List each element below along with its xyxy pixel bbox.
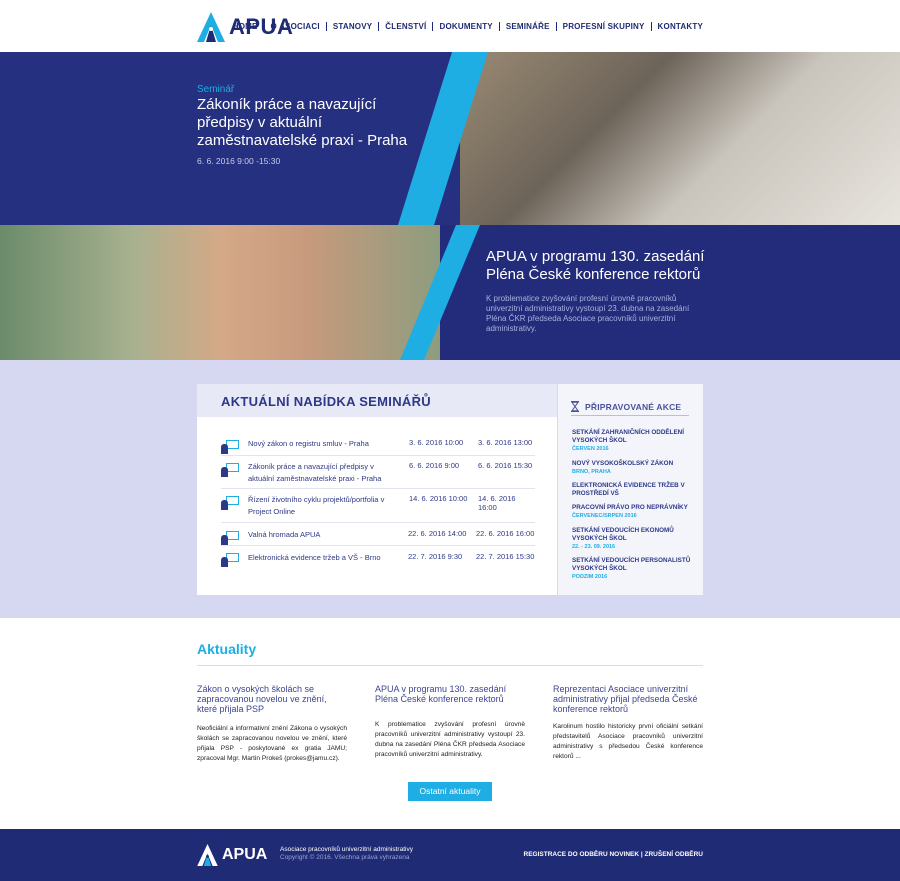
event-name: NOVÝ VYSOKOŠKOLSKÝ ZÁKON <box>572 460 674 467</box>
seminar-row[interactable]: Elektronická evidence tržeb a VŠ - Brno … <box>221 546 535 570</box>
footer-org: Asociace pracovníků univerzitní administ… <box>280 846 413 853</box>
news-item[interactable]: Reprezentaci Asociace univerzitní admini… <box>553 684 703 762</box>
news-headline[interactable]: Zákon o vysokých školách se zapracovanou… <box>197 684 347 714</box>
seminar-row[interactable]: Zákoník práce a navazující předpisy v ak… <box>221 456 535 489</box>
event-name: PRACOVNÍ PRÁVO PRO NEPRÁVNÍKY <box>572 504 688 511</box>
events-header: PŘIPRAVOVANÉ AKCE <box>571 398 689 416</box>
events-panel: PŘIPRAVOVANÉ AKCE SETKÁNÍ ZAHRANIČNÍCH O… <box>558 384 703 595</box>
seminar-end: 14. 6. 2016 16:00 <box>478 494 516 512</box>
hero-title[interactable]: Zákoník práce a navazující předpisy v ak… <box>197 96 417 150</box>
seminar-start: 6. 6. 2016 9:00 <box>409 461 460 470</box>
event-item[interactable]: PRACOVNÍ PRÁVO PRO NEPRÁVNÍKY ČERVENEC/S… <box>572 504 692 520</box>
seminar-end: 3. 6. 2016 13:00 <box>478 438 533 447</box>
event-date: ČERVEN 2016 <box>572 446 609 452</box>
hero2-text: K problematice zvyšování profesní úrovně… <box>486 294 690 333</box>
hourglass-icon <box>571 401 579 412</box>
seminars-panel: AKTUÁLNÍ NABÍDKA SEMINÁŘŮ Nový zákon o r… <box>197 384 557 595</box>
nav-dokumenty[interactable]: DOKUMENTY <box>433 22 498 31</box>
seminar-end: 22. 7. 2016 15:30 <box>476 552 535 561</box>
event-item[interactable]: SETKÁNÍ VEDOUCÍCH EKONOMŮ VYSOKÝCH ŠKOL … <box>572 527 692 551</box>
event-name: SETKÁNÍ VEDOUCÍCH EKONOMŮ VYSOKÝCH ŠKOL <box>572 527 674 542</box>
seminar-row[interactable]: Valná hromada APUA 22. 6. 2016 14:00 22.… <box>221 523 535 546</box>
event-item[interactable]: NOVÝ VYSOKOŠKOLSKÝ ZÁKON BRNO, PRAHA <box>572 460 692 476</box>
event-date: PODZIM 2016 <box>572 574 608 580</box>
news-headline[interactable]: Reprezentaci Asociace univerzitní admini… <box>553 684 703 714</box>
presentation-icon <box>221 496 239 510</box>
nav-profesni-skupiny[interactable]: PROFESNÍ SKUPINY <box>557 22 651 31</box>
site-header: APUA HOME O ASOCIACI STANOVY ČLENSTVÍ DO… <box>0 0 900 52</box>
seminar-name: Řízení životního cyklu projektů/portfoli… <box>248 495 385 516</box>
hero-seminar-banner[interactable] <box>0 52 900 225</box>
hero-student-photo <box>460 52 900 225</box>
event-item[interactable]: ELEKTRONICKÁ EVIDENCE TRŽEB V PROSTŘEDÍ … <box>572 482 692 498</box>
seminar-row[interactable]: Nový zákon o registru smluv - Praha 3. 6… <box>221 434 535 456</box>
footer-copyright: Copyright © 2016. Všechna práva vyhrazen… <box>280 854 410 861</box>
hero-kicker: Seminář <box>197 84 235 95</box>
nav-kontakty[interactable]: KONTAKTY <box>652 22 703 31</box>
nav-stanovy[interactable]: STANOVY <box>327 22 378 31</box>
event-date: 22. - 23. 09. 2016 <box>572 544 616 550</box>
seminar-start: 14. 6. 2016 10:00 <box>409 494 468 503</box>
event-name: SETKÁNÍ ZAHRANIČNÍCH ODDĚLENÍ VYSOKÝCH Š… <box>572 429 684 444</box>
seminar-start: 3. 6. 2016 10:00 <box>409 438 464 447</box>
footer-logo-text: APUA <box>222 846 268 863</box>
footer-subscription-links[interactable]: REGISTRACE DO ODBĚRU NOVINEK | ZRUŠENÍ O… <box>524 851 704 858</box>
news-item[interactable]: Zákon o vysokých školách se zapracovanou… <box>197 684 347 764</box>
hero-date: 6. 6. 2016 9:00 -15:30 <box>197 156 281 166</box>
news-title: Aktuality <box>197 641 257 657</box>
presentation-icon <box>221 553 239 567</box>
hero-news-banner[interactable] <box>0 225 900 360</box>
presentation-icon <box>221 531 239 545</box>
seminar-name: Nový zákon o registru smluv - Praha <box>248 439 369 448</box>
presentation-icon <box>221 440 239 454</box>
news-excerpt: K problematice zvyšování profesní úrovně… <box>375 721 525 758</box>
news-item[interactable]: APUA v programu 130. zasedání Pléna Česk… <box>375 684 525 760</box>
hero2-title[interactable]: APUA v programu 130. zasedání Pléna Česk… <box>486 248 716 284</box>
news-headline[interactable]: APUA v programu 130. zasedání Pléna Česk… <box>375 684 525 704</box>
seminar-name: Valná hromada APUA <box>248 530 321 539</box>
event-date: BRNO, PRAHA <box>572 469 611 475</box>
main-nav: HOME O ASOCIACI STANOVY ČLENSTVÍ DOKUMEN… <box>227 22 703 31</box>
events-title: PŘIPRAVOVANÉ AKCE <box>585 401 682 412</box>
more-news-button[interactable]: Ostatní aktuality <box>408 782 492 801</box>
seminar-row[interactable]: Řízení životního cyklu projektů/portfoli… <box>221 489 535 523</box>
news-excerpt: Neoficiální a informativní znění Zákona … <box>197 725 347 762</box>
event-item[interactable]: SETKÁNÍ VEDOUCÍCH PERSONALISTŮ VYSOKÝCH … <box>572 557 692 581</box>
site-footer: APUA Asociace pracovníků univerzitní adm… <box>0 829 900 881</box>
apua-logo-icon <box>197 12 225 42</box>
footer-logo[interactable]: APUA <box>197 844 267 866</box>
nav-o-asociaci[interactable]: O ASOCIACI <box>265 22 326 31</box>
nav-home[interactable]: HOME <box>227 22 264 31</box>
apua-logo-icon <box>197 844 218 866</box>
seminars-header: AKTUÁLNÍ NABÍDKA SEMINÁŘŮ <box>197 384 557 417</box>
seminar-start: 22. 6. 2016 14:00 <box>408 529 467 538</box>
seminars-title: AKTUÁLNÍ NABÍDKA SEMINÁŘŮ <box>221 394 431 409</box>
event-item[interactable]: SETKÁNÍ ZAHRANIČNÍCH ODDĚLENÍ VYSOKÝCH Š… <box>572 429 692 453</box>
presentation-icon <box>221 463 239 477</box>
seminar-name: Zákoník práce a navazující předpisy v ak… <box>248 462 382 483</box>
seminar-name: Elektronická evidence tržeb a VŠ - Brno <box>248 553 381 562</box>
seminar-start: 22. 7. 2016 9:30 <box>408 552 463 561</box>
nav-seminare[interactable]: SEMINÁŘE <box>500 22 556 31</box>
seminar-end: 6. 6. 2016 15:30 <box>478 461 533 470</box>
news-excerpt: Karolinum hostilo historicky první ofici… <box>553 723 703 760</box>
event-name: SETKÁNÍ VEDOUCÍCH PERSONALISTŮ VYSOKÝCH … <box>572 557 691 572</box>
news-divider <box>197 665 703 666</box>
hero-woman-photo <box>0 225 440 360</box>
seminar-end: 22. 6. 2016 16:00 <box>476 529 535 538</box>
event-name: ELEKTRONICKÁ EVIDENCE TRŽEB V PROSTŘEDÍ … <box>572 482 685 497</box>
event-date: ČERVENEC/SRPEN 2016 <box>572 513 637 519</box>
nav-clenstvi[interactable]: ČLENSTVÍ <box>379 22 432 31</box>
